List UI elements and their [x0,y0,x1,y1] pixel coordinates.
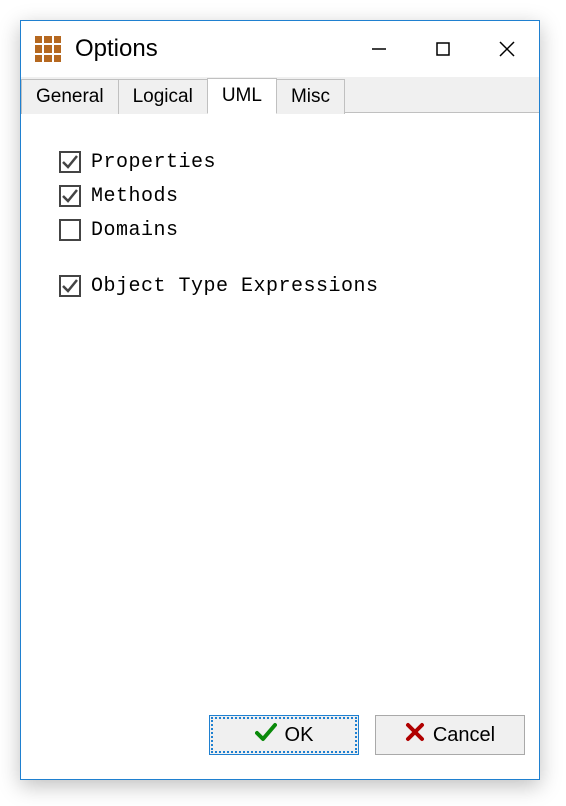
app-grid-icon [35,36,61,62]
x-icon [405,722,425,748]
tab-misc[interactable]: Misc [276,79,345,114]
close-button[interactable] [475,21,539,77]
checkbox-row-domains[interactable]: Domains [59,215,509,245]
tab-uml[interactable]: UML [207,78,277,114]
checkbox-label: Methods [91,185,179,208]
checkbox-row-objtype[interactable]: Object Type Expressions [59,271,509,301]
checkbox-methods[interactable] [59,185,81,207]
tab-label: UML [222,85,262,107]
tab-general[interactable]: General [21,79,119,114]
checkbox-properties[interactable] [59,151,81,173]
minimize-button[interactable] [347,21,411,77]
window-title: Options [75,35,158,63]
button-label: Cancel [433,724,495,747]
checkbox-label: Object Type Expressions [91,275,379,298]
checkbox-objtype[interactable] [59,275,81,297]
checkbox-label: Domains [91,219,179,242]
tab-content-uml: Properties Methods Domains Object Type E… [21,113,539,705]
titlebar: Options [21,21,539,77]
checkbox-row-methods[interactable]: Methods [59,181,509,211]
maximize-button[interactable] [411,21,475,77]
ok-button[interactable]: OK [209,715,359,755]
checkbox-label: Properties [91,151,216,174]
window-controls [347,21,539,77]
tab-strip: General Logical UML Misc [21,77,539,113]
check-icon [255,721,277,749]
checkbox-domains[interactable] [59,219,81,241]
button-label: OK [285,724,314,747]
tab-label: General [36,86,104,108]
checkbox-row-properties[interactable]: Properties [59,147,509,177]
tab-label: Misc [291,86,330,108]
dialog-button-bar: OK Cancel [21,705,539,779]
tab-label: Logical [133,86,193,108]
cancel-button[interactable]: Cancel [375,715,525,755]
tab-logical[interactable]: Logical [118,79,208,114]
options-dialog: Options General [20,20,540,780]
